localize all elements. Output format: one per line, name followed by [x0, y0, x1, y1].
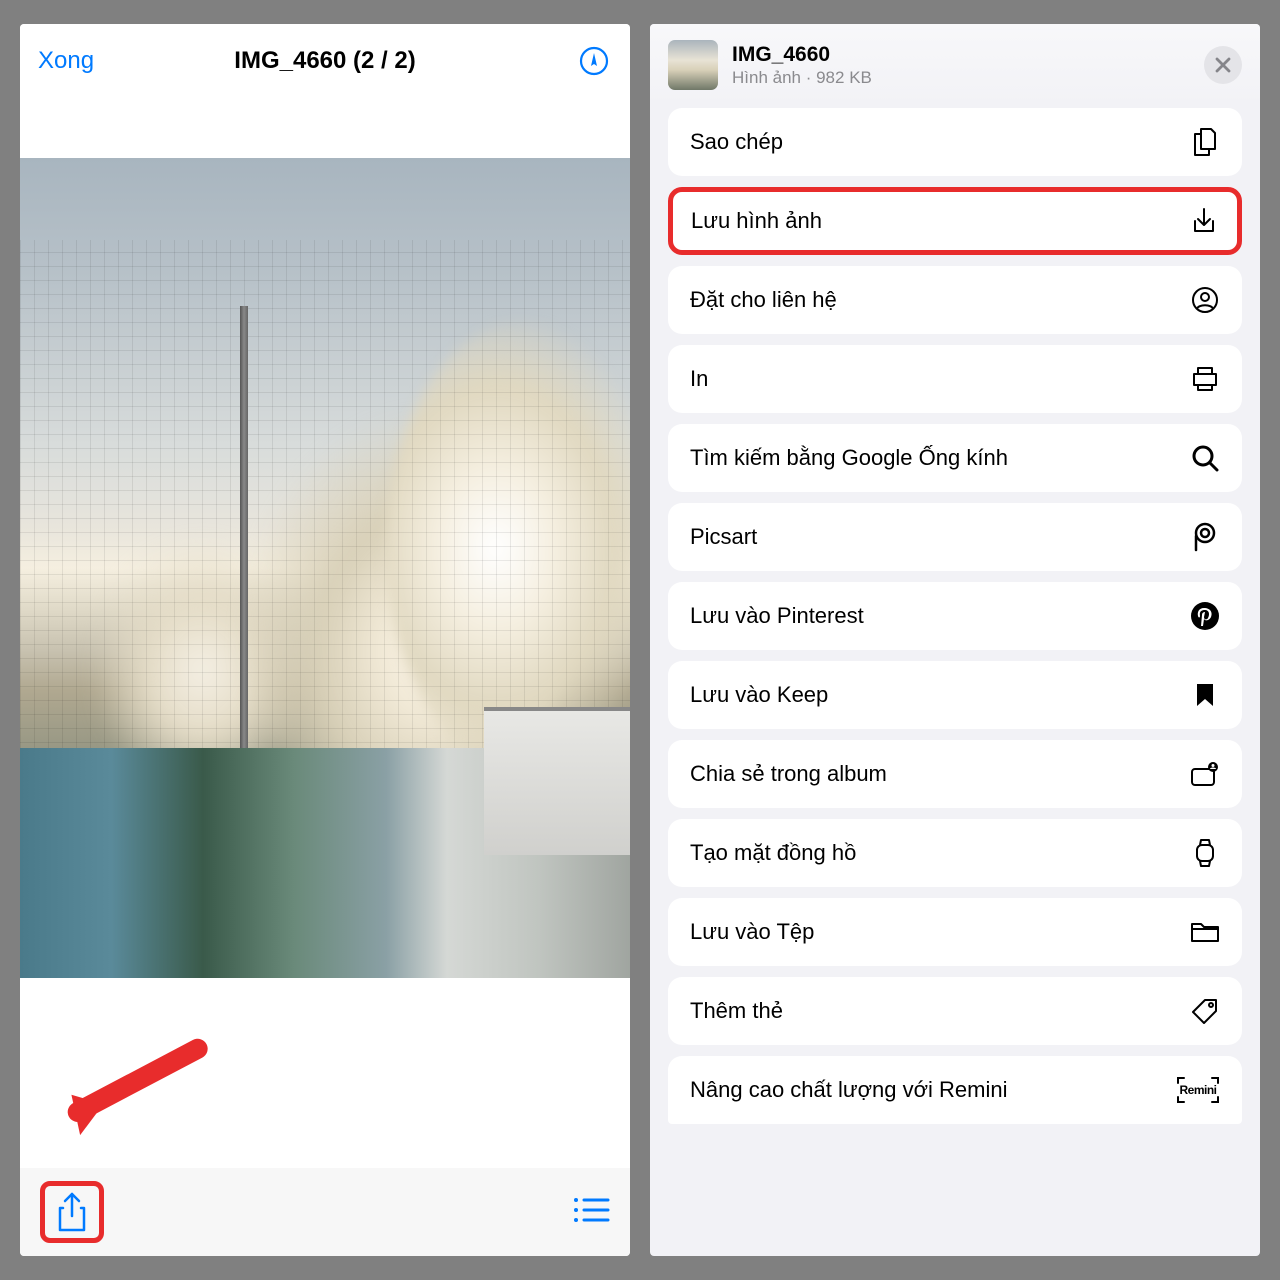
done-button[interactable]: Xong [38, 47, 94, 75]
action-save-files[interactable]: Lưu vào Tệp [668, 898, 1242, 966]
photo-preview[interactable] [20, 158, 630, 978]
viewer-header: Xong IMG_4660 (2 / 2) [20, 24, 630, 98]
sheet-thumbnail [668, 40, 718, 90]
sheet-info: IMG_4660 Hình ảnh · 982 KB [732, 43, 1204, 88]
action-keep[interactable]: Lưu vào Keep [668, 661, 1242, 729]
markup-icon [578, 45, 610, 77]
picsart-icon [1190, 522, 1220, 552]
search-icon [1190, 444, 1220, 472]
action-label: Lưu vào Pinterest [690, 603, 864, 629]
action-copy[interactable]: Sao chép [668, 108, 1242, 176]
action-label: Picsart [690, 524, 757, 550]
action-label: Lưu vào Tệp [690, 919, 814, 945]
action-pinterest[interactable]: Lưu vào Pinterest [668, 582, 1242, 650]
list-icon [572, 1195, 610, 1225]
sheet-subtitle: Hình ảnh · 982 KB [732, 68, 1204, 88]
action-google-lens[interactable]: Tìm kiếm bằng Google Ống kính [668, 424, 1242, 492]
watch-icon [1190, 838, 1220, 868]
bookmark-icon [1190, 682, 1220, 708]
action-label: Đặt cho liên hệ [690, 287, 837, 313]
folder-icon [1190, 920, 1220, 944]
print-icon [1190, 366, 1220, 392]
image-title: IMG_4660 (2 / 2) [234, 47, 415, 75]
annotation-arrow [50, 997, 220, 1179]
action-label: Thêm thẻ [690, 998, 783, 1024]
action-label: Chia sẻ trong album [690, 761, 887, 787]
action-menu: Sao chép Lưu hình ảnh Đặt cho liên hệ [650, 108, 1260, 1142]
list-button[interactable] [572, 1195, 610, 1230]
image-viewer-panel: Xong IMG_4660 (2 / 2) [20, 24, 630, 1256]
photo-area [20, 98, 630, 978]
share-sheet-panel: IMG_4660 Hình ảnh · 982 KB Sao chép Lưu … [650, 24, 1260, 1256]
share-icon [55, 1192, 89, 1234]
action-remini[interactable]: Nâng cao chất lượng với Remini Remini [668, 1056, 1242, 1124]
action-share-album[interactable]: Chia sẻ trong album [668, 740, 1242, 808]
action-label: In [690, 366, 708, 392]
close-button[interactable] [1204, 46, 1242, 84]
action-print[interactable]: In [668, 345, 1242, 413]
action-save-image[interactable]: Lưu hình ảnh [668, 187, 1242, 255]
action-picsart[interactable]: Picsart [668, 503, 1242, 571]
album-share-icon [1190, 761, 1220, 787]
viewer-footer [20, 1168, 630, 1256]
action-watch-face[interactable]: Tạo mặt đồng hồ [668, 819, 1242, 887]
download-icon [1189, 207, 1219, 235]
action-label: Nâng cao chất lượng với Remini [690, 1077, 1008, 1103]
pinterest-icon [1190, 601, 1220, 631]
copy-icon [1190, 127, 1220, 157]
action-label: Lưu hình ảnh [691, 208, 822, 234]
remini-icon: Remini [1176, 1075, 1220, 1105]
sheet-title: IMG_4660 [732, 43, 1204, 67]
sheet-header: IMG_4660 Hình ảnh · 982 KB [650, 24, 1260, 108]
action-label: Sao chép [690, 129, 783, 155]
action-add-tags[interactable]: Thêm thẻ [668, 977, 1242, 1045]
tag-icon [1190, 997, 1220, 1025]
close-icon [1215, 57, 1231, 73]
action-assign-contact[interactable]: Đặt cho liên hệ [668, 266, 1242, 334]
action-label: Lưu vào Keep [690, 682, 828, 708]
share-button[interactable] [40, 1181, 104, 1243]
action-label: Tạo mặt đồng hồ [690, 840, 856, 866]
contact-icon [1190, 286, 1220, 314]
action-label: Tìm kiếm bằng Google Ống kính [690, 445, 1008, 471]
markup-button[interactable] [576, 43, 612, 79]
remini-label: Remini [1179, 1083, 1216, 1097]
